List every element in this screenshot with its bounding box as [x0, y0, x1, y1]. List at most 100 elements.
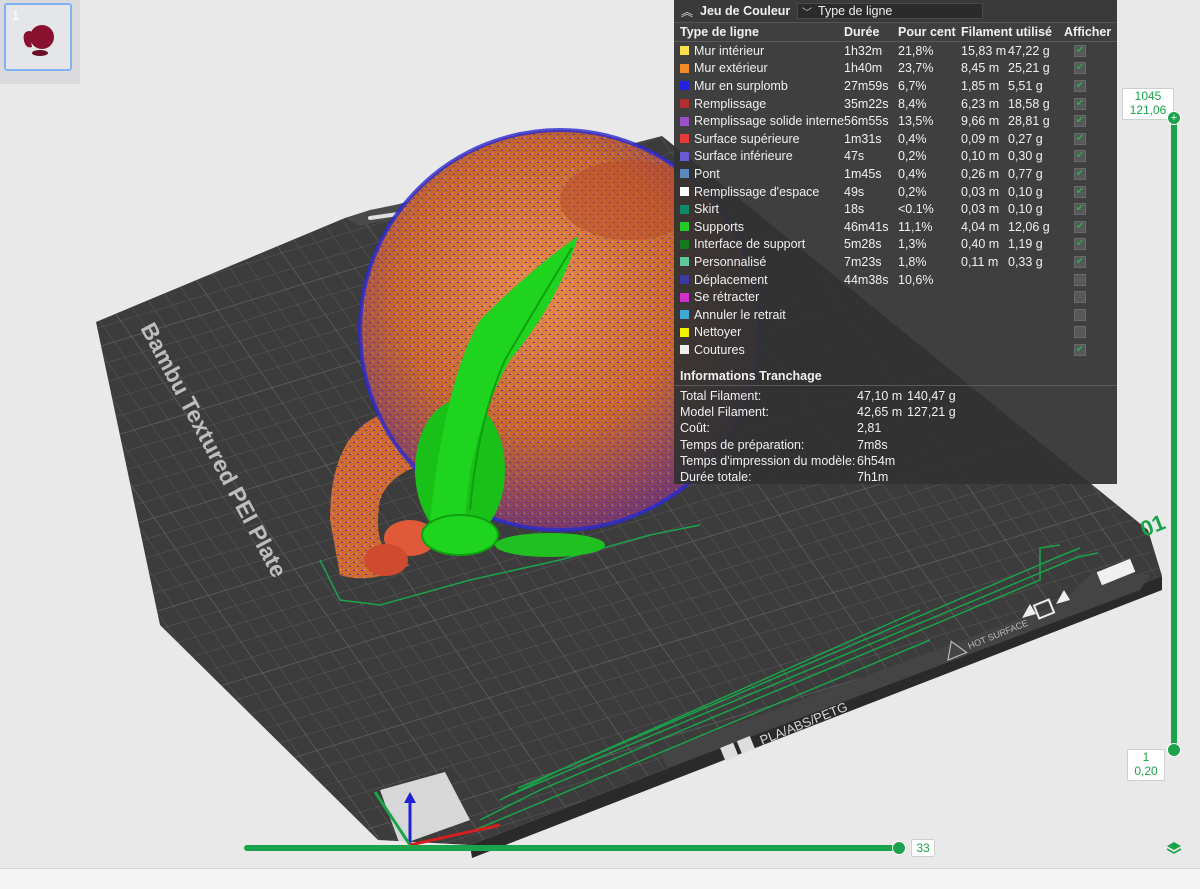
show-checkbox[interactable]: ✔: [1074, 343, 1086, 356]
percent-cell: 8,4%: [898, 96, 927, 111]
line-type-row: Personnalisé 7m23s 1,8% 0,11 m 0,33 g ✔: [674, 253, 1117, 271]
line-type-swatch: [680, 345, 689, 355]
show-checkbox[interactable]: ✔: [1074, 44, 1086, 57]
line-type-row: Surface supérieure 1m31s 0,4% 0,09 m 0,27 g ✔: [674, 130, 1117, 148]
show-checkbox[interactable]: [1074, 308, 1086, 321]
3d-viewport[interactable]: PLA/ABS/PETG HOT SURFACE 01 Bambu Textur…: [0, 0, 1200, 868]
layer-slider-track[interactable]: [1171, 117, 1177, 749]
length-cell: 6,23 m: [961, 96, 1000, 111]
show-checkbox[interactable]: ✔: [1074, 132, 1086, 145]
show-cell: ✔: [1064, 185, 1114, 198]
length-cell: 0,11 m: [961, 254, 999, 269]
show-cell: ✔: [1064, 62, 1114, 75]
top-layer-number: 1045: [1134, 89, 1162, 103]
duration-cell: 18s: [844, 202, 865, 217]
show-checkbox[interactable]: ✔: [1074, 79, 1086, 92]
line-type-row: Supports 46m41s 11,1% 4,04 m 12,06 g ✔: [674, 218, 1117, 236]
show-checkbox[interactable]: ✔: [1074, 203, 1086, 216]
line-type-label: Se rétracter: [694, 290, 760, 305]
length-cell: 15,83 m: [961, 43, 1007, 58]
show-checkbox[interactable]: ✔: [1074, 62, 1086, 75]
line-type-cell: Remplissage: [674, 97, 844, 111]
move-slider-handle[interactable]: [892, 841, 906, 855]
layers-icon[interactable]: [1166, 840, 1182, 856]
percent-cell: 13,5%: [898, 114, 934, 129]
line-type-row: Se rétracter: [674, 288, 1117, 306]
line-type-row: Interface de support 5m28s 1,3% 0,40 m 1,19 …: [674, 236, 1117, 254]
info-label: Temps de préparation:: [680, 437, 805, 452]
move-slider-track[interactable]: [244, 845, 902, 851]
show-checkbox[interactable]: ✔: [1074, 150, 1086, 163]
weight-cell: 0,33 g: [1008, 254, 1043, 269]
col-filament: Filament utilisé: [961, 25, 1052, 39]
plate-thumbnail[interactable]: 1: [4, 3, 72, 71]
weight-cell: 47,22 g: [1008, 43, 1050, 58]
length-cell: 1,85 m: [961, 78, 1000, 93]
show-checkbox[interactable]: [1074, 326, 1086, 339]
divider: [674, 384, 1117, 386]
show-cell: [1064, 308, 1114, 321]
line-type-cell: Remplissage solide interne: [674, 114, 844, 128]
line-type-swatch: [680, 310, 689, 320]
show-checkbox[interactable]: ✔: [1074, 220, 1086, 233]
collapse-icon[interactable]: ︽: [674, 3, 700, 20]
stats-header: ︽ Jeu de Couleur ﹀ Type de ligne: [674, 0, 1117, 23]
line-type-label: Nettoyer: [694, 325, 742, 340]
dropdown-value: Type de ligne: [818, 4, 893, 18]
weight-cell: 1,19 g: [1008, 237, 1043, 252]
slice-info-row: Temps de préparation: 7m8s: [674, 437, 1117, 453]
duration-cell: 46m41s: [844, 219, 889, 234]
col-duration: Durée: [844, 25, 880, 39]
line-type-cell: Déplacement: [674, 273, 844, 287]
line-type-swatch: [680, 204, 689, 214]
weight-cell: 5,51 g: [1008, 78, 1043, 93]
show-cell: ✔: [1064, 255, 1114, 268]
weight-cell: 0,30 g: [1008, 149, 1043, 164]
show-checkbox[interactable]: ✔: [1074, 97, 1086, 110]
line-type-dropdown[interactable]: ﹀ Type de ligne: [797, 3, 983, 19]
percent-cell: 0,2%: [898, 149, 927, 164]
show-checkbox[interactable]: ✔: [1074, 115, 1086, 128]
line-type-cell: Pont: [674, 167, 844, 181]
line-type-row: Mur extérieur 1h40m 23,7% 8,45 m 25,21 g ✔: [674, 60, 1117, 78]
layer-slider-bottom-handle[interactable]: [1167, 743, 1181, 757]
show-cell: ✔: [1064, 115, 1114, 128]
line-type-cell: Mur en surplomb: [674, 79, 844, 93]
line-type-label: Remplissage solide interne: [694, 114, 844, 129]
line-type-label: Interface de support: [694, 237, 806, 252]
show-checkbox[interactable]: ✔: [1074, 167, 1086, 180]
line-type-label: Déplacement: [694, 272, 768, 287]
length-cell: 0,03 m: [961, 202, 1000, 217]
line-type-label: Remplissage: [694, 96, 767, 111]
show-checkbox[interactable]: ✔: [1074, 185, 1086, 198]
length-cell: 4,04 m: [961, 219, 1000, 234]
duration-cell: 44m38s: [844, 272, 889, 287]
layer-slider-top-handle[interactable]: +: [1167, 111, 1181, 125]
line-type-cell: Surface inférieure: [674, 149, 844, 163]
weight-cell: 18,58 g: [1008, 96, 1050, 111]
length-cell: 0,10 m: [961, 149, 1000, 164]
line-type-cell: Skirt: [674, 202, 844, 216]
line-type-label: Personnalisé: [694, 254, 767, 269]
line-type-label: Skirt: [694, 202, 719, 217]
show-checkbox[interactable]: [1074, 291, 1086, 304]
slice-info-row: Temps d'impression du modèle: 6h54m: [674, 453, 1117, 469]
info-value: 47,10 m: [857, 388, 903, 403]
percent-cell: 0,4%: [898, 166, 927, 181]
line-type-swatch: [680, 99, 689, 109]
show-checkbox[interactable]: ✔: [1074, 238, 1086, 251]
weight-cell: 0,77 g: [1008, 166, 1043, 181]
line-type-swatch: [680, 275, 689, 285]
show-checkbox[interactable]: [1074, 273, 1086, 286]
chevron-down-icon: ﹀: [802, 7, 812, 19]
slice-info-row: Durée totale: 7h1m: [674, 469, 1117, 485]
percent-cell: 11,1%: [898, 219, 933, 234]
duration-cell: 1h40m: [844, 61, 883, 76]
line-type-swatch: [680, 222, 689, 232]
show-cell: ✔: [1064, 203, 1114, 216]
show-checkbox[interactable]: ✔: [1074, 255, 1086, 268]
info-value: 7h1m: [857, 470, 889, 485]
line-type-cell: Nettoyer: [674, 325, 844, 339]
duration-cell: 7m23s: [844, 254, 882, 269]
line-type-row: Remplissage 35m22s 8,4% 6,23 m 18,58 g ✔: [674, 95, 1117, 113]
